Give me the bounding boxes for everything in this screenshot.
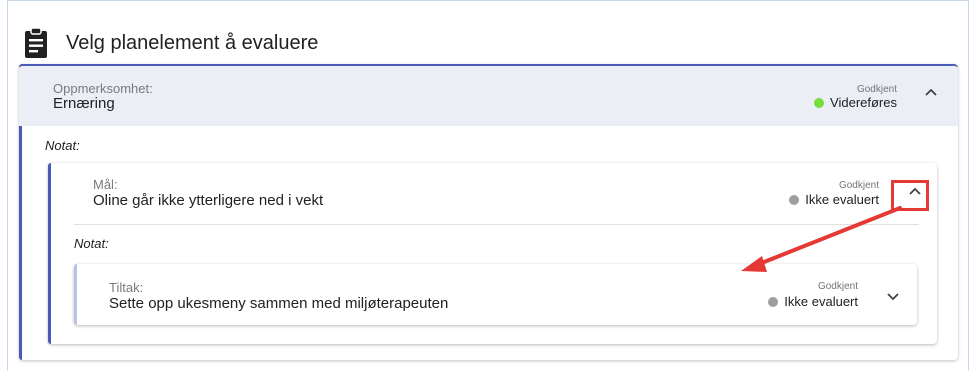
care-element-type: Oppmerksomhet: (53, 81, 153, 96)
status-dot-green (814, 97, 825, 108)
goal-name: Oline går ikke ytterligere ned i vekt (93, 192, 324, 209)
page-title: Velg planelement å evaluere (66, 31, 319, 54)
measure-approval-label: Godkjent (817, 281, 858, 292)
care-element-status-label: Videreføres (830, 95, 897, 110)
care-element-note-label: Notat: (45, 138, 80, 153)
care-element-name: Ernæring (53, 95, 115, 112)
divider (74, 224, 919, 225)
status-dot-grey (789, 194, 800, 205)
panel-header: Velg planelement å evaluere (24, 23, 318, 63)
care-element-approval-label: Godkjent (856, 84, 897, 95)
care-element-card[interactable]: Oppmerksomhet: Ernæring Godkjent Videref… (19, 64, 958, 360)
goal-status: Ikke evaluert (789, 192, 879, 207)
goal-type: Mål: (93, 177, 118, 192)
measure-expand-button[interactable] (885, 289, 901, 305)
clipboard-icon (25, 27, 47, 58)
chevron-down-icon (887, 293, 899, 301)
status-dot-grey (768, 296, 779, 307)
measure-card[interactable]: Tiltak: Sette opp ukesmeny sammen med mi… (74, 264, 917, 325)
goal-approval-label: Godkjent (838, 180, 879, 191)
annotation-highlight-box (891, 180, 929, 211)
measure-type: Tiltak: (109, 280, 144, 295)
chevron-up-icon (925, 88, 937, 96)
goal-status-label: Ikke evaluert (805, 192, 879, 207)
measure-status-label: Ikke evaluert (784, 294, 858, 309)
goal-card[interactable]: Mål: Oline går ikke ytterligere ned i ve… (48, 163, 937, 344)
care-element-status: Videreføres (814, 95, 897, 110)
measure-status: Ikke evaluert (768, 294, 858, 309)
goal-note-label: Notat: (74, 236, 109, 251)
collapse-button[interactable] (923, 84, 939, 100)
measure-name: Sette opp ukesmeny sammen med miljøterap… (109, 295, 449, 312)
